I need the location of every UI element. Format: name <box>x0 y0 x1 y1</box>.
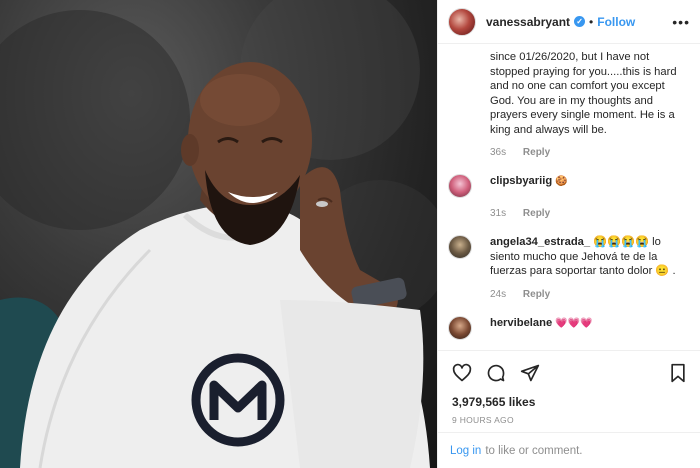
comment-meta: 24s Reply <box>490 289 690 300</box>
login-suffix: to like or comment. <box>485 444 583 457</box>
bookmark-icon[interactable] <box>669 363 687 383</box>
share-icon[interactable] <box>520 363 540 383</box>
comments-list[interactable]: since 01/26/2020, but I have not stopped… <box>438 44 700 350</box>
commenter-avatar[interactable] <box>448 174 472 198</box>
comment-item: clipsbyariig 🍪 <box>448 174 690 198</box>
comment-item: angela34_estrada_ 😭😭😭😭 lo siento mucho q… <box>448 235 690 279</box>
comment-meta: 31s Reply <box>490 208 690 219</box>
comment-text: 💗💗💗 <box>555 317 593 329</box>
heart-icon[interactable] <box>452 363 472 383</box>
post-side-panel: vanessabryant ✓ • Follow ••• since 01/26… <box>437 0 700 468</box>
verified-badge-icon: ✓ <box>574 16 586 27</box>
comment-time: 36s <box>490 147 507 158</box>
commenter-username[interactable]: clipsbyariig <box>490 175 552 187</box>
follow-button[interactable]: Follow <box>597 15 635 29</box>
reply-button[interactable]: Reply <box>523 208 550 219</box>
login-link[interactable]: Log in <box>450 445 481 457</box>
post-header: vanessabryant ✓ • Follow ••• <box>438 0 700 44</box>
comment-icon[interactable] <box>486 363 506 383</box>
comment-item: hervibelane 💗💗💗 <box>448 315 690 340</box>
reply-button[interactable]: Reply <box>523 289 550 300</box>
login-prompt: Log in to like or comment. <box>438 432 700 468</box>
header-separator: • <box>589 14 594 29</box>
comment-text: 🍪 <box>555 176 568 187</box>
post-timestamp: 9 HOURS AGO <box>452 415 514 425</box>
commenter-avatar[interactable] <box>448 315 472 340</box>
photo-illustration <box>0 0 437 468</box>
like-count[interactable]: 3,979,565 likes <box>452 395 687 409</box>
commenter-avatar[interactable] <box>448 235 472 259</box>
author-username[interactable]: vanessabryant <box>486 15 570 29</box>
comment-time: 31s <box>490 208 507 219</box>
comment-time: 24s <box>490 288 507 300</box>
more-options-icon[interactable]: ••• <box>672 14 690 30</box>
author-avatar[interactable] <box>448 7 476 36</box>
post-photo[interactable] <box>0 0 437 468</box>
comment-meta: 36s Reply <box>490 147 690 158</box>
action-icons <box>452 359 687 387</box>
comment-continued-text: since 01/26/2020, but I have not stopped… <box>490 51 677 136</box>
commenter-username[interactable]: angela34_estrada_ <box>490 236 590 248</box>
reply-button[interactable]: Reply <box>523 147 550 158</box>
commenter-username[interactable]: hervibelane <box>490 317 552 329</box>
